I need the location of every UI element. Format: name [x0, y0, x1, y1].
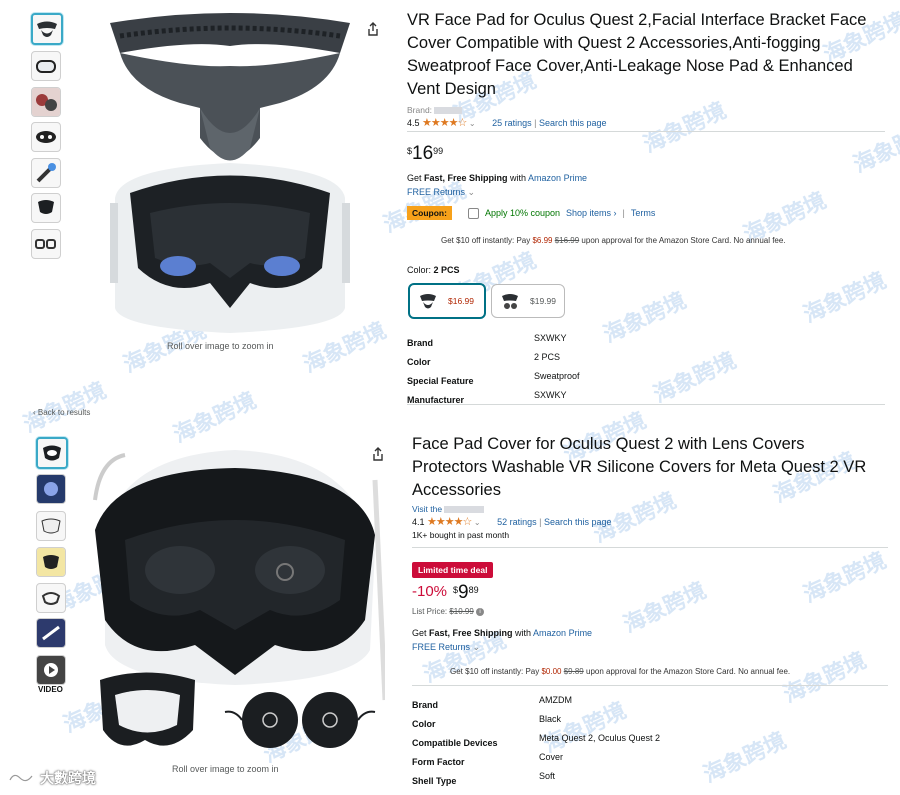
thumbnail[interactable]	[31, 158, 61, 188]
thumbnail[interactable]	[36, 437, 68, 469]
shop-items-link[interactable]: Shop items ›	[566, 208, 617, 218]
thumbnail[interactable]	[36, 583, 66, 613]
product1-attributes: Brand SXWKY Color 2 PCS Special Feature …	[407, 333, 707, 409]
watermark: 海象跨境	[619, 577, 710, 638]
thumbnail[interactable]	[36, 547, 66, 577]
product2-main-image[interactable]	[85, 440, 388, 765]
product2-attributes: Brand AMZDM Color Black Compatible Devic…	[412, 695, 732, 790]
thumbnail[interactable]	[31, 193, 61, 223]
store-card-promo: Get $10 off instantly: Pay $0.00 $9.89 u…	[450, 667, 791, 676]
search-page-link[interactable]: Search this page	[539, 118, 607, 128]
prime-link[interactable]: Amazon Prime	[528, 173, 587, 183]
attribute-row: Color 2 PCS	[407, 352, 561, 367]
divider	[407, 404, 885, 405]
visit-store-row: Visit the	[412, 504, 892, 514]
coupon-checkbox[interactable]	[467, 207, 479, 219]
thumbnail[interactable]	[31, 122, 61, 152]
attribute-row: Shell Type Soft	[412, 771, 556, 786]
shipping-line: Get Fast, Free Shipping with Amazon Prim…	[407, 173, 588, 183]
color-label: Color: 2 PCS	[407, 265, 460, 275]
brand-row: Brand:	[407, 105, 887, 115]
product2-details: Face Pad Cover for Oculus Quest 2 with L…	[412, 433, 892, 540]
divider	[412, 685, 888, 686]
deal-badge: Limited time deal	[412, 560, 494, 578]
thumbnail[interactable]	[31, 87, 61, 117]
logo-icon	[8, 773, 34, 783]
attribute-row: Compatible Devices Meta Quest 2, Oculus …	[412, 733, 661, 748]
info-icon[interactable]: i	[476, 607, 485, 616]
price: -10% $ 9 89	[412, 582, 479, 603]
product-title[interactable]: Face Pad Cover for Oculus Quest 2 with L…	[412, 433, 892, 502]
price: $ 16 99	[407, 143, 444, 164]
attribute-row: Special Feature Sweatproof	[407, 371, 580, 386]
attribute-row: Manufacturer SXWKY	[407, 390, 567, 405]
footer-logo: 大數跨境	[6, 768, 96, 788]
product-title[interactable]: VR Face Pad for Oculus Quest 2,Facial In…	[407, 9, 887, 101]
ratings-link[interactable]: 25 ratings	[492, 118, 532, 128]
free-returns-link[interactable]: FREE Returns ⌄	[412, 642, 480, 653]
product1-details: VR Face Pad for Oculus Quest 2,Facial In…	[407, 9, 887, 129]
discount-percent: -10%	[412, 583, 448, 600]
thumbnail[interactable]	[36, 474, 66, 504]
share-icon[interactable]	[371, 447, 385, 461]
rating-value: 4.1	[412, 517, 425, 527]
ratings-link[interactable]: 52 ratings	[497, 517, 537, 527]
search-page-link[interactable]: Search this page	[544, 517, 612, 527]
thumbnail[interactable]	[36, 511, 66, 541]
video-thumbnail[interactable]	[36, 655, 66, 685]
bought-count: 1K+ bought in past month	[412, 530, 510, 540]
shipping-line: Get Fast, Free Shipping with Amazon Prim…	[412, 628, 593, 638]
brand-redacted	[434, 107, 463, 115]
thumbnail[interactable]	[31, 51, 61, 81]
watermark: 海象跨境	[779, 647, 870, 708]
rating-row: 4.1 ★★★★☆ ⌄ 52 ratings | Search this pag…	[412, 516, 612, 528]
back-to-results-link[interactable]: ‹ Back to results	[33, 408, 90, 417]
attribute-row: Form Factor Cover	[412, 752, 564, 767]
watermark: 海象跨境	[799, 547, 890, 608]
attribute-row: Color Black	[412, 714, 562, 729]
brand-label: Brand:	[407, 105, 433, 115]
video-label: VIDEO	[38, 685, 63, 694]
coupon-badge: Coupon:	[407, 206, 452, 220]
color-swatch[interactable]: $19.99	[491, 284, 565, 318]
share-icon[interactable]	[366, 22, 380, 36]
free-returns-link[interactable]: FREE Returns ⌄	[407, 187, 475, 198]
attribute-row: Brand AMZDM	[412, 695, 572, 710]
divider	[412, 547, 888, 548]
star-rating-icon[interactable]: ★★★★☆	[427, 516, 472, 528]
product1-main-image[interactable]	[90, 8, 370, 338]
thumbnail[interactable]	[31, 229, 61, 259]
coupon-row: Coupon: Apply 10% coupon Shop items › | …	[407, 206, 655, 220]
terms-link[interactable]: Terms	[631, 208, 656, 218]
color-swatch-selected[interactable]: $16.99	[408, 283, 486, 319]
watermark: 海象跨境	[799, 267, 890, 328]
thumbnail[interactable]	[36, 618, 66, 648]
visit-store-link[interactable]: Visit the	[412, 504, 442, 514]
prime-link[interactable]: Amazon Prime	[533, 628, 592, 638]
face-pad-thumbnail-icon	[502, 294, 518, 309]
list-price: List Price: $10.99 i	[412, 607, 485, 616]
attribute-row: Brand SXWKY	[407, 333, 567, 348]
zoom-hint: Roll over image to zoom in	[172, 764, 279, 774]
store-card-promo: Get $10 off instantly: Pay $6.99 $16.99 …	[441, 236, 786, 245]
zoom-hint: Roll over image to zoom in	[167, 341, 274, 351]
coupon-text[interactable]: Apply 10% coupon	[485, 208, 560, 218]
divider	[407, 131, 885, 132]
chevron-down-icon[interactable]: ⌄	[474, 518, 481, 527]
rating-value: 4.5	[407, 118, 420, 128]
thumbnail[interactable]	[31, 13, 63, 45]
rating-row: 4.5 ★★★★☆ ⌄ 25 ratings | Search this pag…	[407, 117, 607, 129]
brand-redacted	[444, 506, 485, 514]
chevron-down-icon[interactable]: ⌄	[469, 119, 476, 128]
face-pad-thumbnail-icon	[420, 294, 436, 309]
watermark: 海象跨境	[19, 377, 110, 438]
star-rating-icon[interactable]: ★★★★☆	[422, 117, 467, 129]
